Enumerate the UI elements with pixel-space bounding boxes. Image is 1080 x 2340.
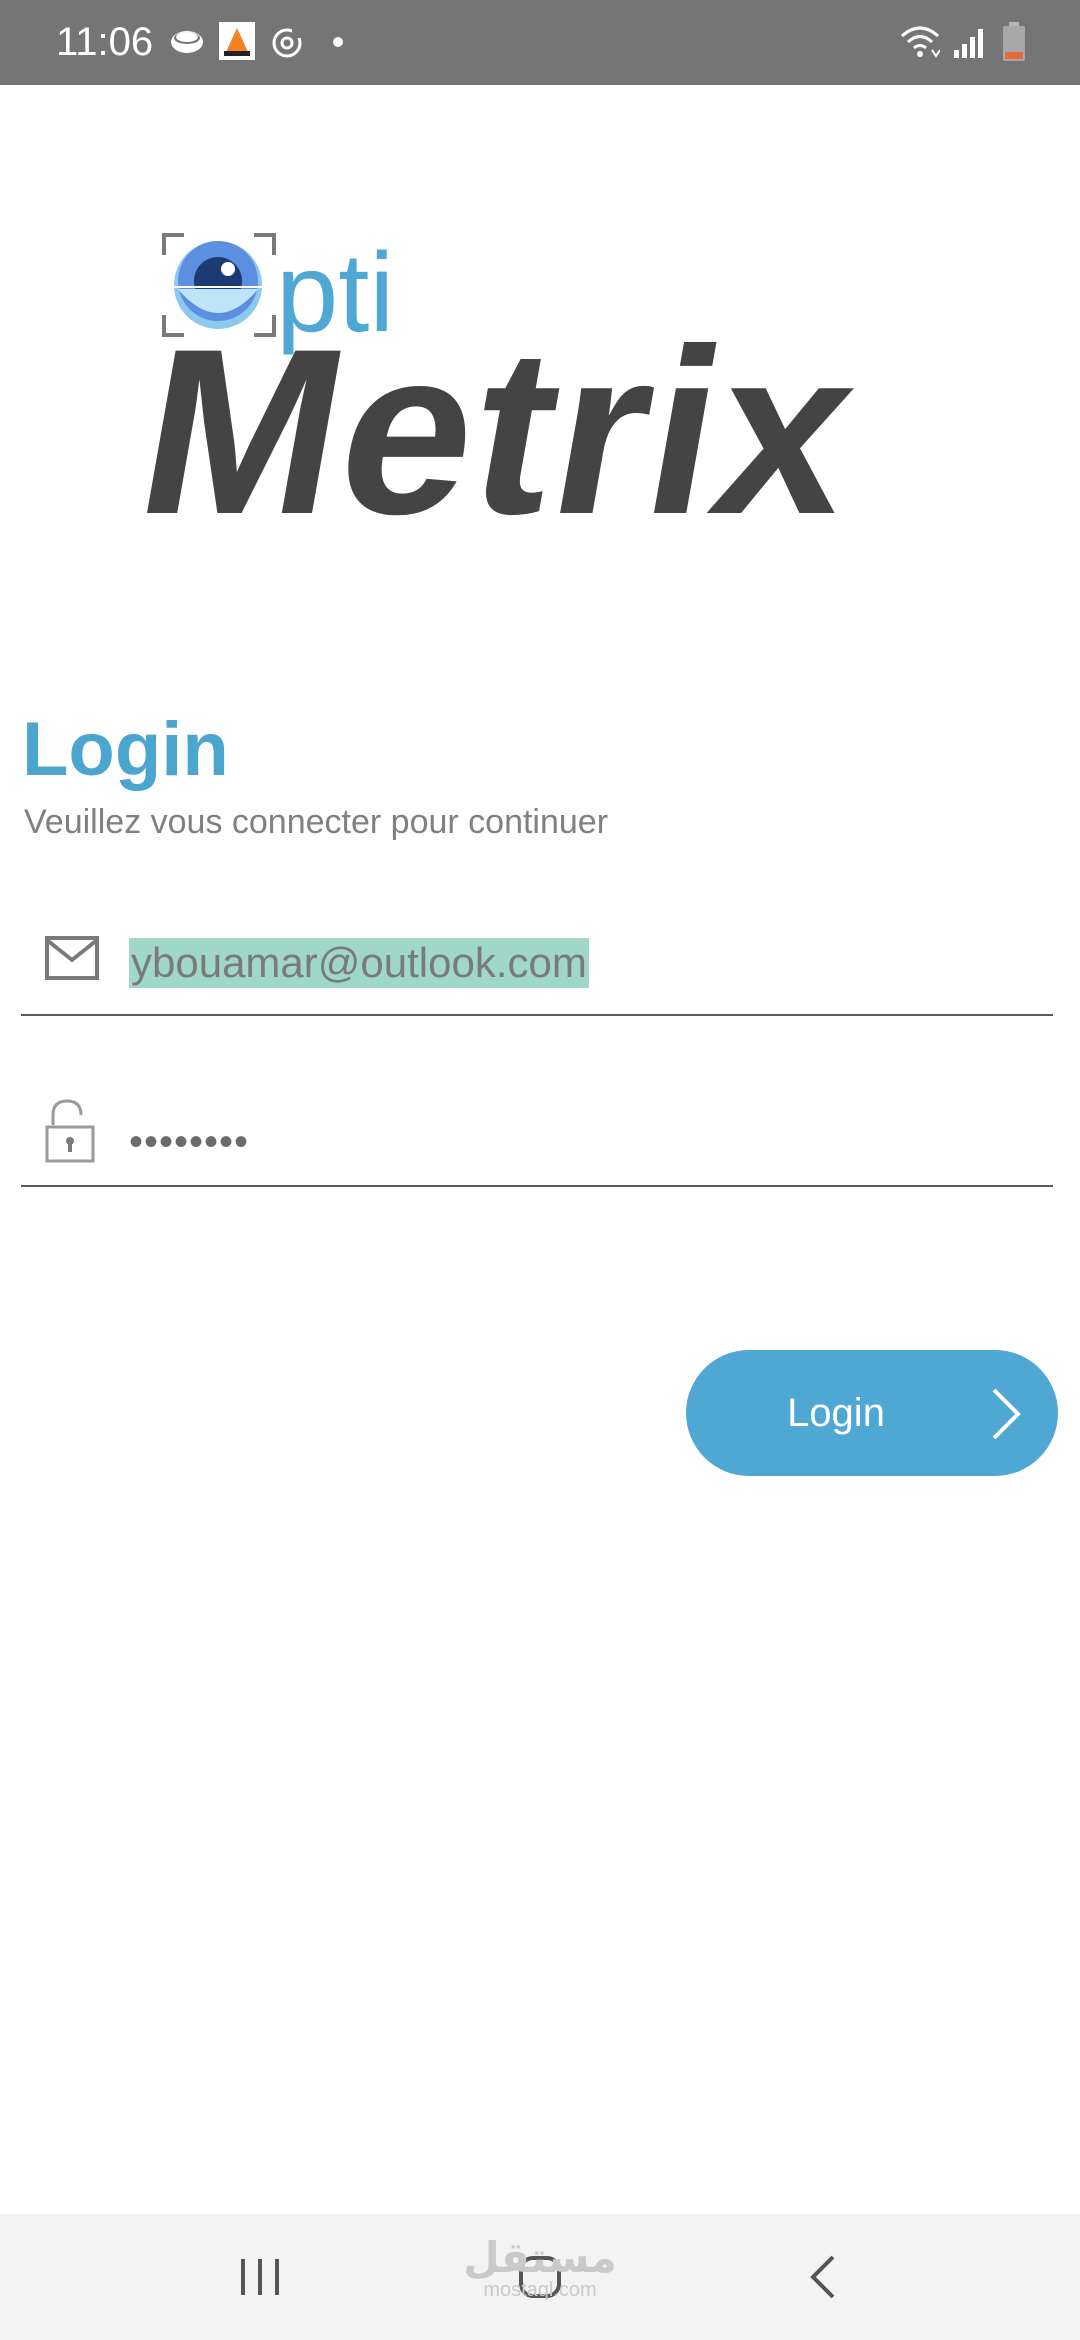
back-icon [810, 2255, 835, 2299]
login-button[interactable]: Login [686, 1350, 1058, 1476]
email-input-value: ybouamar@outlook.com [129, 938, 589, 988]
page-title: Login [22, 707, 229, 792]
signal-icon [954, 29, 983, 58]
mail-icon [45, 936, 99, 980]
vlc-cone-icon [219, 22, 255, 60]
battery-icon [1003, 22, 1025, 61]
sync-icon [272, 28, 302, 58]
status-time: 11:06 [56, 20, 154, 64]
password-field[interactable]: •••••••• [21, 1075, 1053, 1187]
notification-dot-icon [333, 37, 343, 47]
optimetrix-logo: pti Metrix [130, 230, 876, 535]
cloud-icon [171, 31, 203, 53]
recents-icon [241, 2259, 279, 2295]
unlock-icon [45, 1099, 95, 1163]
status-bar: 11:06 [0, 0, 1080, 85]
logo-name: Metrix [130, 301, 876, 535]
email-field[interactable]: ybouamar@outlook.com [21, 904, 1053, 1016]
watermark-subtext: mostaql.com [483, 2279, 597, 2301]
chevron-right-icon [992, 1388, 1021, 1440]
login-button-label: Login [787, 1391, 885, 1435]
recents-button[interactable] [180, 2214, 340, 2340]
password-input-value: •••••••• [129, 1120, 250, 1164]
wifi-icon [901, 26, 940, 58]
watermark: مستقل [463, 2234, 617, 2281]
login-screen: 11:06 pti Metrix Login Veuillez vous con… [0, 0, 1080, 2340]
page-subtitle: Veuillez vous connecter pour continuer [24, 803, 609, 841]
back-button[interactable] [742, 2214, 902, 2340]
